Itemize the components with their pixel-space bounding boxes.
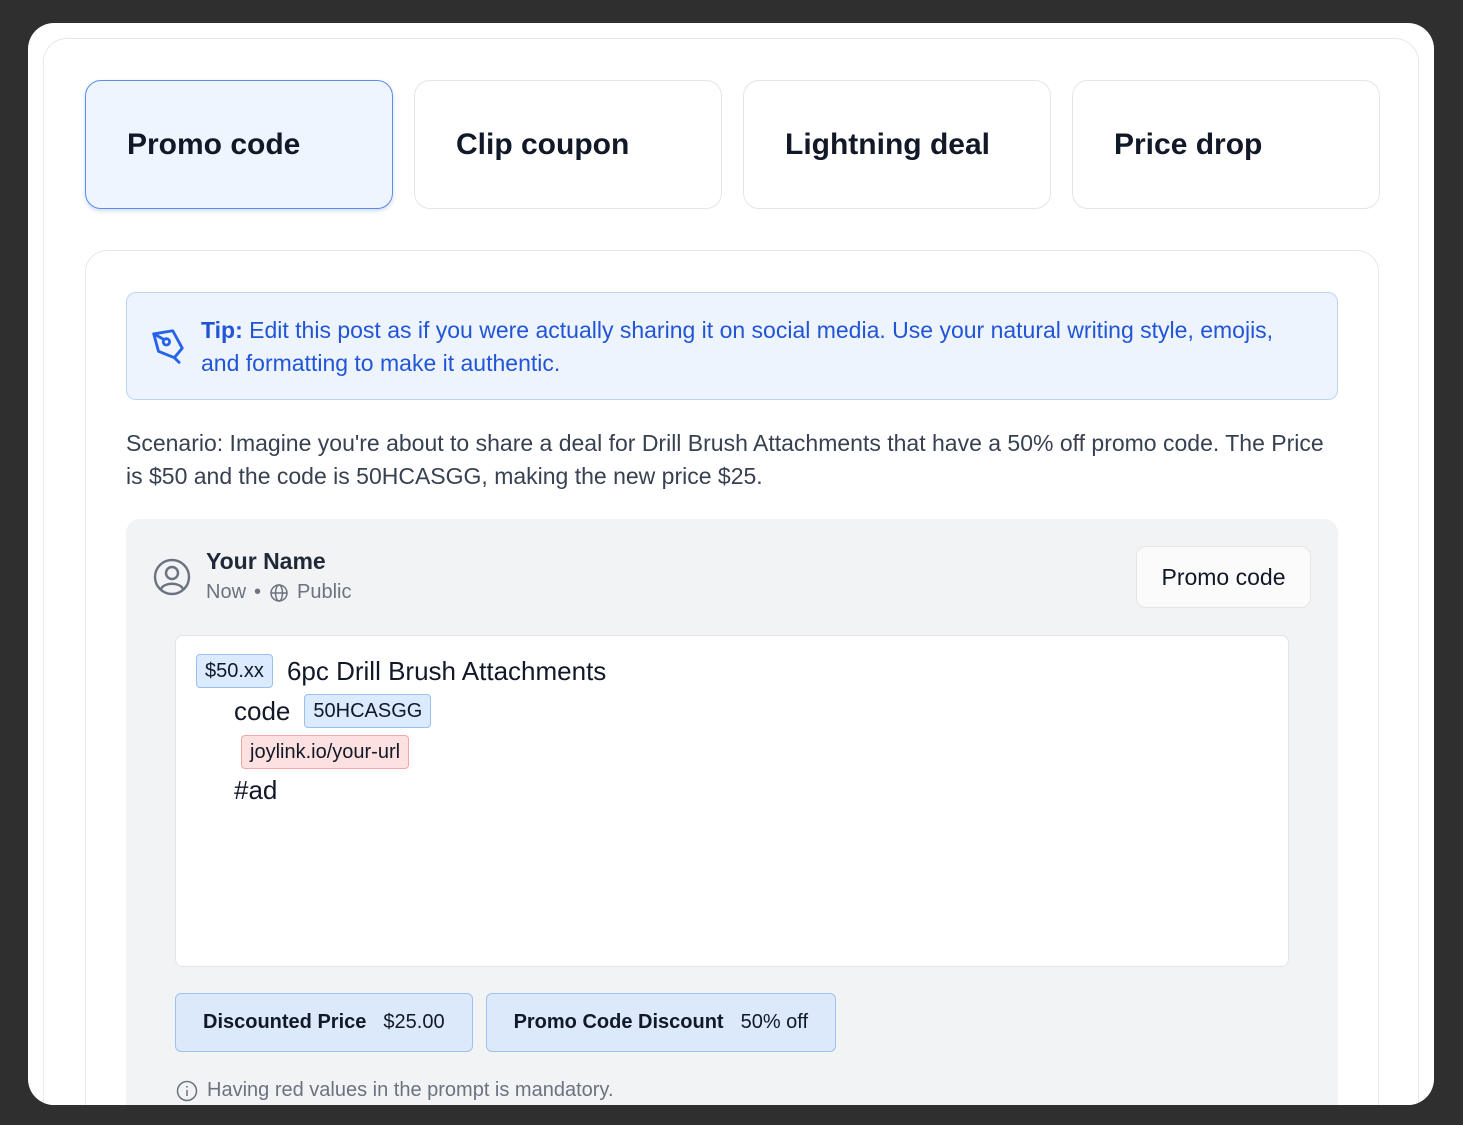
price-tag[interactable]: $50.xx: [196, 654, 273, 688]
note-text: Having red values in the prompt is manda…: [207, 1079, 614, 1101]
globe-icon: [270, 583, 288, 602]
deal-card: Promo code Clip coupon Lightning deal Pr…: [43, 38, 1419, 1105]
tab-price-drop[interactable]: Price drop: [1072, 80, 1380, 209]
post-preview: Your Name Now • Public Promo code $50.xx: [126, 519, 1338, 1105]
user-avatar-icon: [153, 558, 191, 596]
promo-discount-value: 50% off: [740, 1011, 809, 1033]
tip-body: Edit this post as if you were actually s…: [201, 317, 1274, 376]
tip-text: Tip: Edit this post as if you were actua…: [201, 314, 1297, 380]
deal-type-tabs: Promo code Clip coupon Lightning deal Pr…: [85, 80, 1380, 209]
discounted-price-badge: Discounted Price $25.00: [175, 993, 473, 1052]
discounted-price-value: $25.00: [383, 1011, 445, 1033]
promo-code-tag[interactable]: 50HCASGG: [304, 694, 432, 728]
product-title: 6pc Drill Brush Attachments: [286, 655, 607, 686]
code-label: code: [234, 695, 291, 726]
tab-lightning-deal[interactable]: Lightning deal: [743, 80, 1051, 209]
editor-line-hashtag: #ad: [234, 775, 277, 806]
tab-promo-code[interactable]: Promo code: [85, 80, 393, 209]
promo-discount-label: Promo Code Discount: [513, 1011, 724, 1033]
scenario-text: Scenario: Imagine you're about to share …: [126, 430, 1324, 489]
post-meta: Now • Public: [206, 581, 352, 604]
post-type-chip[interactable]: Promo code: [1136, 546, 1311, 608]
tab-clip-coupon[interactable]: Clip coupon: [414, 80, 722, 209]
post-text-editor[interactable]: $50.xx 6pc Drill Brush Attachments code …: [175, 635, 1289, 967]
author-name: Your Name: [206, 548, 326, 574]
link-tag[interactable]: joylink.io/your-url: [241, 735, 410, 769]
post-time: Now: [206, 581, 247, 603]
discounted-price-label: Discounted Price: [203, 1011, 367, 1033]
deal-stats: Discounted Price $25.00 Promo Code Disco…: [175, 993, 837, 1052]
tip-prefix: Tip:: [201, 317, 243, 343]
post-visibility: Public: [297, 581, 352, 603]
meta-separator: •: [254, 581, 262, 603]
app-window: Promo code Clip coupon Lightning deal Pr…: [28, 23, 1434, 1105]
editor-line-link: joylink.io/your-url: [241, 735, 410, 769]
promo-discount-badge: Promo Code Discount 50% off: [485, 993, 837, 1052]
tip-banner: Tip: Edit this post as if you were actua…: [126, 292, 1338, 400]
info-icon: [176, 1080, 198, 1101]
editor-line-title: $50.xx 6pc Drill Brush Attachments: [196, 654, 606, 688]
hashtag: #ad: [234, 775, 278, 805]
mandatory-note: Having red values in the prompt is manda…: [176, 1079, 614, 1102]
pen-nib-icon: [152, 329, 184, 364]
editor-line-code: code 50HCASGG: [234, 694, 432, 728]
post-editor-panel: Tip: Edit this post as if you were actua…: [85, 250, 1379, 1105]
